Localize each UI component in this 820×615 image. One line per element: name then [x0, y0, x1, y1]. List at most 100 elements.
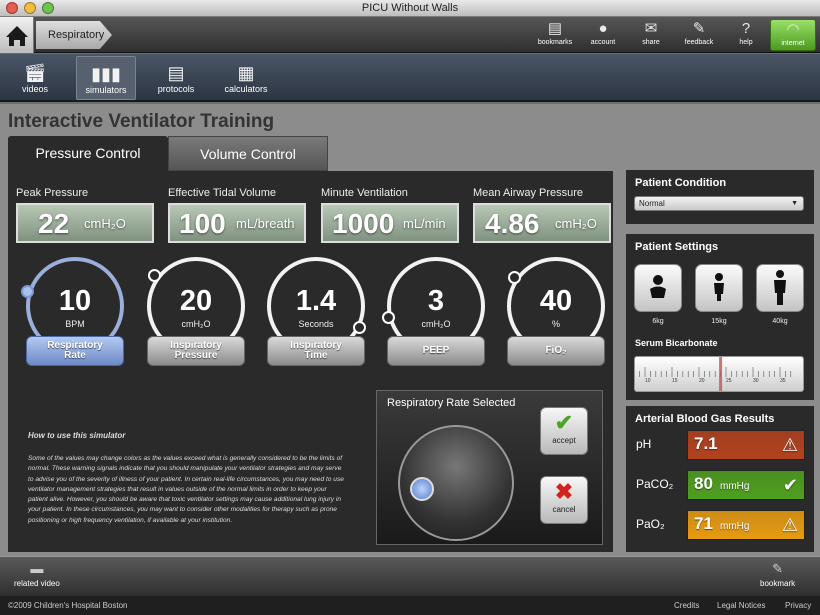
- dial-handle[interactable]: [353, 321, 366, 334]
- cancel-button[interactable]: ✖ cancel: [540, 476, 588, 524]
- share-button[interactable]: ✉ share: [626, 19, 676, 51]
- window-title: PICU Without Walls: [361, 2, 459, 14]
- weight-15kg-label: 15kg: [711, 318, 727, 325]
- bicarbonate-marker[interactable]: [719, 357, 723, 392]
- paco2-label: PaCO₂: [636, 477, 674, 491]
- chevron-down-icon: ▼: [791, 200, 798, 207]
- pin-icon: ✎: [772, 561, 784, 576]
- peak-pressure-unit: cmH₂O: [84, 216, 126, 231]
- inspiratory-pressure-button[interactable]: Inspiratory Pressure: [147, 336, 245, 366]
- paco2-result-bar: 80 mmHg ✔: [687, 470, 805, 500]
- page-title: Interactive Ventilator Training: [8, 111, 275, 132]
- paco2-value: 80: [694, 474, 713, 493]
- ruler-tick-label: 15: [672, 378, 678, 384]
- copyright: ©2009 Children's Hospital Boston: [8, 601, 128, 610]
- abg-row-pao2: PaO₂ 71 mmHg ⚠: [636, 510, 806, 540]
- nav-calculators-label: calculators: [224, 84, 268, 94]
- folder-icon: ▬: [30, 561, 44, 576]
- respiratory-rate-button[interactable]: Respiratory Rate: [26, 336, 124, 366]
- internet-button[interactable]: ◠ internet: [770, 19, 816, 51]
- simulator-panel: Peak Pressure Effective Tidal Volume Min…: [8, 171, 613, 552]
- share-icon: ✉: [644, 20, 658, 37]
- privacy-link[interactable]: Privacy: [785, 596, 811, 615]
- tab-volume-control[interactable]: Volume Control: [168, 136, 328, 171]
- window-titlebar: PICU Without Walls: [0, 0, 820, 17]
- peep-button[interactable]: PEEP: [387, 336, 485, 366]
- mean-airway-pressure-unit: cmH₂O: [555, 216, 597, 231]
- tidal-volume-unit: mL/breath: [236, 216, 295, 231]
- nav-videos[interactable]: 🎬︎ videos: [8, 56, 62, 100]
- abg-results-panel: Arterial Blood Gas Results pH 7.1 ⚠ PaCO…: [626, 406, 814, 552]
- pao2-value: 71: [694, 514, 713, 533]
- patient-condition-value: Normal: [639, 199, 665, 208]
- weight-15kg-button[interactable]: [695, 264, 743, 312]
- nav-videos-label: videos: [21, 84, 48, 94]
- bookmarks-button[interactable]: ▤ bookmarks: [530, 19, 580, 51]
- abg-row-ph: pH 7.1 ⚠: [636, 430, 806, 460]
- abg-title: Arterial Blood Gas Results: [635, 413, 775, 425]
- dial-handle[interactable]: [148, 269, 161, 282]
- abg-row-paco2: PaCO₂ 80 mmHg ✔: [636, 470, 806, 500]
- accept-label: accept: [552, 436, 576, 445]
- ruler-tick-label: 30: [753, 378, 759, 384]
- close-window-button[interactable]: [6, 2, 18, 14]
- nav-calculators[interactable]: ▦ calculators: [216, 56, 276, 100]
- howto-section: How to use this simulator Some of the va…: [28, 431, 348, 526]
- peak-pressure-readout: 22 cmH₂O: [16, 203, 154, 243]
- ruler-tick-label: 35: [780, 378, 786, 384]
- account-button[interactable]: ● account: [578, 19, 628, 51]
- bookmark-button[interactable]: ✎ bookmark: [760, 561, 795, 588]
- zoom-window-button[interactable]: [42, 2, 54, 14]
- nav-simulators[interactable]: ▮▮▮ simulators: [76, 56, 136, 100]
- ruler-tick-label: 25: [726, 378, 732, 384]
- inspiratory-time-button[interactable]: Inspiratory Time: [267, 336, 365, 366]
- minimize-window-button[interactable]: [24, 2, 36, 14]
- dial-handle[interactable]: [21, 285, 34, 298]
- weight-6kg-button[interactable]: [634, 264, 682, 312]
- dial-handle[interactable]: [382, 311, 395, 324]
- patient-settings-panel: Patient Settings 6kg 15kg 40kg Serum Bic…: [626, 234, 814, 400]
- weight-40kg-button[interactable]: [756, 264, 804, 312]
- check-icon: ✔: [782, 475, 798, 495]
- minute-ventilation-unit: mL/min: [403, 216, 446, 231]
- child-icon: [714, 273, 724, 301]
- ph-value: 7.1: [694, 434, 718, 453]
- lightning-warning-icon: ⚠: [781, 435, 798, 455]
- x-icon: ✖: [554, 479, 574, 504]
- home-button[interactable]: [0, 17, 34, 53]
- bookmarks-label: bookmarks: [537, 39, 573, 46]
- tidal-volume-label: Effective Tidal Volume: [168, 187, 277, 199]
- top-toolbar: Respiratory ▤ bookmarks ● account ✉ share ✎…: [0, 17, 820, 53]
- section-nav: 🎬︎ videos ▮▮▮ simulators ▤ protocols ▦ calcu…: [0, 54, 820, 102]
- nav-protocols[interactable]: ▤ protocols: [148, 56, 204, 100]
- accept-button[interactable]: ✔ accept: [540, 407, 588, 455]
- patient-settings-title: Patient Settings: [635, 241, 719, 253]
- tidal-volume-value: 100: [179, 208, 226, 239]
- help-button[interactable]: ? help: [721, 19, 771, 51]
- dial-handle[interactable]: [508, 271, 521, 284]
- peak-pressure-label: Peak Pressure: [16, 187, 89, 199]
- serum-bicarbonate-slider[interactable]: 10 15 20 25 30 35: [634, 356, 804, 392]
- rotary-knob[interactable]: [398, 425, 514, 541]
- breadcrumb-label: Respiratory: [48, 29, 105, 41]
- nav-simulators-label: simulators: [85, 85, 127, 95]
- nav-protocols-label: protocols: [157, 84, 195, 94]
- credits-link[interactable]: Credits: [674, 596, 699, 615]
- feedback-button[interactable]: ✎ feedback: [674, 19, 724, 51]
- legal-notices-link[interactable]: Legal Notices: [717, 596, 765, 615]
- tidal-volume-readout: 100 mL/breath: [168, 203, 306, 243]
- peep-value: 3: [427, 285, 445, 317]
- account-label: account: [590, 39, 616, 46]
- fio2-button[interactable]: FiO₂: [507, 336, 605, 366]
- fio2-unit: %: [551, 319, 560, 329]
- breadcrumb-respiratory[interactable]: Respiratory: [36, 21, 112, 49]
- tab-pressure-control[interactable]: Pressure Control: [8, 136, 168, 171]
- related-video-button[interactable]: ▬ related video: [14, 561, 60, 588]
- knob-pointer[interactable]: [410, 477, 434, 501]
- patient-condition-select[interactable]: Normal ▼: [634, 196, 804, 211]
- respiratory-rate-unit: BPM: [65, 319, 85, 329]
- patient-condition-title: Patient Condition: [635, 177, 727, 189]
- wifi-icon: ◠: [786, 21, 800, 38]
- mean-airway-pressure-value: 4.86: [485, 208, 540, 239]
- inspiratory-time-value: 1.4: [295, 285, 337, 317]
